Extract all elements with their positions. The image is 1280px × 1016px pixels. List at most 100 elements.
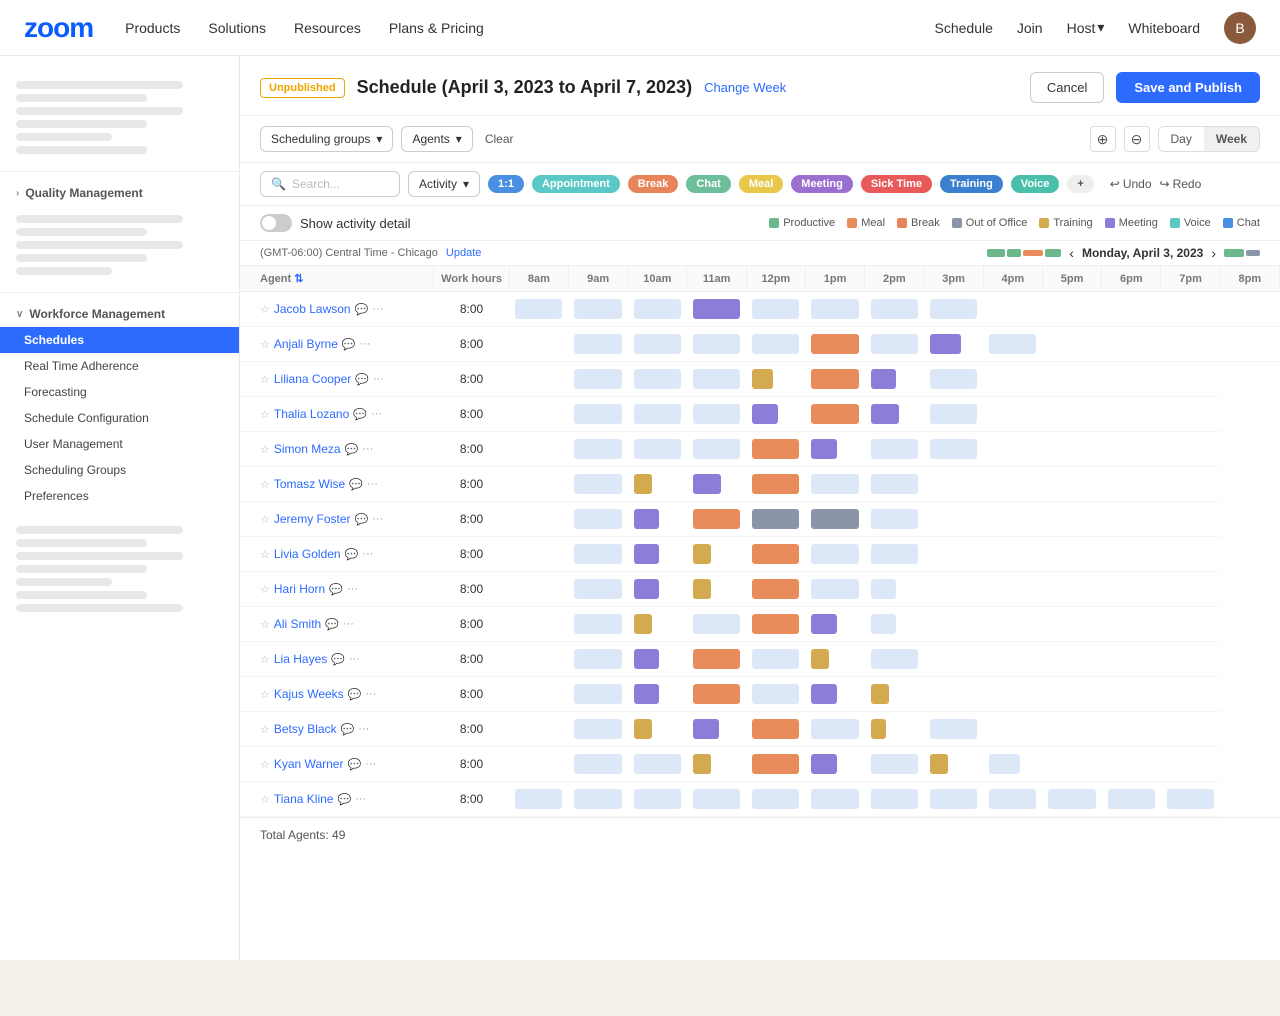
tag-sick-time[interactable]: Sick Time xyxy=(861,175,932,193)
sort-agent-icon[interactable]: ⇅ xyxy=(294,273,303,285)
more-options-icon[interactable]: ··· xyxy=(373,373,384,385)
nav-plans-pricing[interactable]: Plans & Pricing xyxy=(389,20,484,36)
tag-meeting[interactable]: Meeting xyxy=(791,175,853,193)
agent-name-link[interactable]: Kajus Weeks xyxy=(274,687,344,701)
nav-products[interactable]: Products xyxy=(125,20,180,36)
more-options-icon[interactable]: ··· xyxy=(372,303,383,315)
message-icon[interactable]: 💬 xyxy=(345,443,359,456)
nav-host[interactable]: Host ▾ xyxy=(1067,19,1105,36)
schedule-container[interactable]: (GMT-06:00) Central Time - Chicago Updat… xyxy=(240,241,1280,960)
agent-name-link[interactable]: Ali Smith xyxy=(274,617,321,631)
sidebar-item-schedule-configuration[interactable]: Schedule Configuration xyxy=(0,405,239,431)
message-icon[interactable]: 💬 xyxy=(331,653,345,666)
undo-button[interactable]: ↩ Undo xyxy=(1110,177,1152,191)
star-icon[interactable]: ☆ xyxy=(260,653,270,666)
star-icon[interactable]: ☆ xyxy=(260,723,270,736)
show-activity-toggle[interactable] xyxy=(260,214,292,232)
agent-name-link[interactable]: Simon Meza xyxy=(274,442,341,456)
search-input-container[interactable]: 🔍 Search... xyxy=(260,171,400,197)
agent-name-link[interactable]: Jeremy Foster xyxy=(274,512,351,526)
more-options-icon[interactable]: ··· xyxy=(371,408,382,420)
nav-whiteboard[interactable]: Whiteboard xyxy=(1128,20,1200,36)
agents-select[interactable]: Agents ▾ xyxy=(401,126,472,152)
star-icon[interactable]: ☆ xyxy=(260,513,270,526)
prev-date-button[interactable]: ‹ xyxy=(1069,245,1074,261)
agent-name-link[interactable]: Tiana Kline xyxy=(274,792,334,806)
message-icon[interactable]: 💬 xyxy=(347,758,361,771)
message-icon[interactable]: 💬 xyxy=(355,373,369,386)
tag-meal[interactable]: Meal xyxy=(739,175,783,193)
tag-more-button[interactable]: + xyxy=(1067,175,1093,193)
more-options-icon[interactable]: ··· xyxy=(343,618,354,630)
message-icon[interactable]: 💬 xyxy=(349,478,363,491)
star-icon[interactable]: ☆ xyxy=(260,758,270,771)
star-icon[interactable]: ☆ xyxy=(260,408,270,421)
message-icon[interactable]: 💬 xyxy=(337,793,351,806)
agent-name-link[interactable]: Tomasz Wise xyxy=(274,477,345,491)
message-icon[interactable]: 💬 xyxy=(355,513,369,526)
change-week-link[interactable]: Change Week xyxy=(704,80,786,95)
message-icon[interactable]: 💬 xyxy=(341,723,355,736)
message-icon[interactable]: 💬 xyxy=(342,338,356,351)
star-icon[interactable]: ☆ xyxy=(260,373,270,386)
sidebar-item-user-management[interactable]: User Management xyxy=(0,431,239,457)
day-view-button[interactable]: Day xyxy=(1159,127,1204,151)
message-icon[interactable]: 💬 xyxy=(355,303,369,316)
sidebar-item-forecasting[interactable]: Forecasting xyxy=(0,379,239,405)
nav-join[interactable]: Join xyxy=(1017,20,1043,36)
agent-name-link[interactable]: Anjali Byrne xyxy=(274,337,338,351)
nav-resources[interactable]: Resources xyxy=(294,20,361,36)
more-options-icon[interactable]: ··· xyxy=(360,338,371,350)
agent-name-link[interactable]: Liliana Cooper xyxy=(274,372,351,386)
star-icon[interactable]: ☆ xyxy=(260,478,270,491)
clear-button[interactable]: Clear xyxy=(481,132,518,146)
zoom-out-button[interactable]: ⊖ xyxy=(1124,126,1150,152)
message-icon[interactable]: 💬 xyxy=(329,583,343,596)
activity-select[interactable]: Activity ▾ xyxy=(408,171,480,197)
agent-name-link[interactable]: Kyan Warner xyxy=(274,757,344,771)
more-options-icon[interactable]: ··· xyxy=(372,513,383,525)
more-options-icon[interactable]: ··· xyxy=(362,548,373,560)
agent-name-link[interactable]: Livia Golden xyxy=(274,547,341,561)
update-link[interactable]: Update xyxy=(446,247,481,259)
more-options-icon[interactable]: ··· xyxy=(349,653,360,665)
scheduling-groups-select[interactable]: Scheduling groups ▾ xyxy=(260,126,393,152)
tag-appointment[interactable]: Appointment xyxy=(532,175,620,193)
zoom-in-button[interactable]: ⊕ xyxy=(1090,126,1116,152)
sidebar-item-real-time-adherence[interactable]: Real Time Adherence xyxy=(0,353,239,379)
more-options-icon[interactable]: ··· xyxy=(365,688,376,700)
agent-name-link[interactable]: Betsy Black xyxy=(274,722,337,736)
tag-1-1[interactable]: 1:1 xyxy=(488,175,524,193)
tag-chat[interactable]: Chat xyxy=(686,175,730,193)
next-date-button[interactable]: › xyxy=(1211,245,1216,261)
tag-break[interactable]: Break xyxy=(628,175,679,193)
message-icon[interactable]: 💬 xyxy=(348,688,362,701)
more-options-icon[interactable]: ··· xyxy=(365,758,376,770)
star-icon[interactable]: ☆ xyxy=(260,338,270,351)
more-options-icon[interactable]: ··· xyxy=(358,723,369,735)
nav-solutions[interactable]: Solutions xyxy=(208,20,266,36)
nav-schedule[interactable]: Schedule xyxy=(935,20,993,36)
tag-voice[interactable]: Voice xyxy=(1011,175,1060,193)
more-options-icon[interactable]: ··· xyxy=(367,478,378,490)
message-icon[interactable]: 💬 xyxy=(345,548,359,561)
save-publish-button[interactable]: Save and Publish xyxy=(1116,72,1260,103)
zoom-logo[interactable]: zoom xyxy=(24,12,93,44)
agent-name-link[interactable]: Hari Horn xyxy=(274,582,325,596)
sidebar-group-quality-management[interactable]: › Quality Management xyxy=(0,180,239,206)
sidebar-item-schedules[interactable]: Schedules xyxy=(0,327,239,353)
star-icon[interactable]: ☆ xyxy=(260,443,270,456)
star-icon[interactable]: ☆ xyxy=(260,548,270,561)
star-icon[interactable]: ☆ xyxy=(260,303,270,316)
message-icon[interactable]: 💬 xyxy=(353,408,367,421)
agent-name-link[interactable]: Thalia Lozano xyxy=(274,407,349,421)
more-options-icon[interactable]: ··· xyxy=(347,583,358,595)
sidebar-item-scheduling-groups[interactable]: Scheduling Groups xyxy=(0,457,239,483)
tag-training[interactable]: Training xyxy=(940,175,1003,193)
sidebar-group-workforce-management[interactable]: ∨ Workforce Management xyxy=(0,301,239,327)
sidebar-item-preferences[interactable]: Preferences xyxy=(0,483,239,509)
star-icon[interactable]: ☆ xyxy=(260,793,270,806)
more-options-icon[interactable]: ··· xyxy=(362,443,373,455)
star-icon[interactable]: ☆ xyxy=(260,688,270,701)
week-view-button[interactable]: Week xyxy=(1204,127,1259,151)
